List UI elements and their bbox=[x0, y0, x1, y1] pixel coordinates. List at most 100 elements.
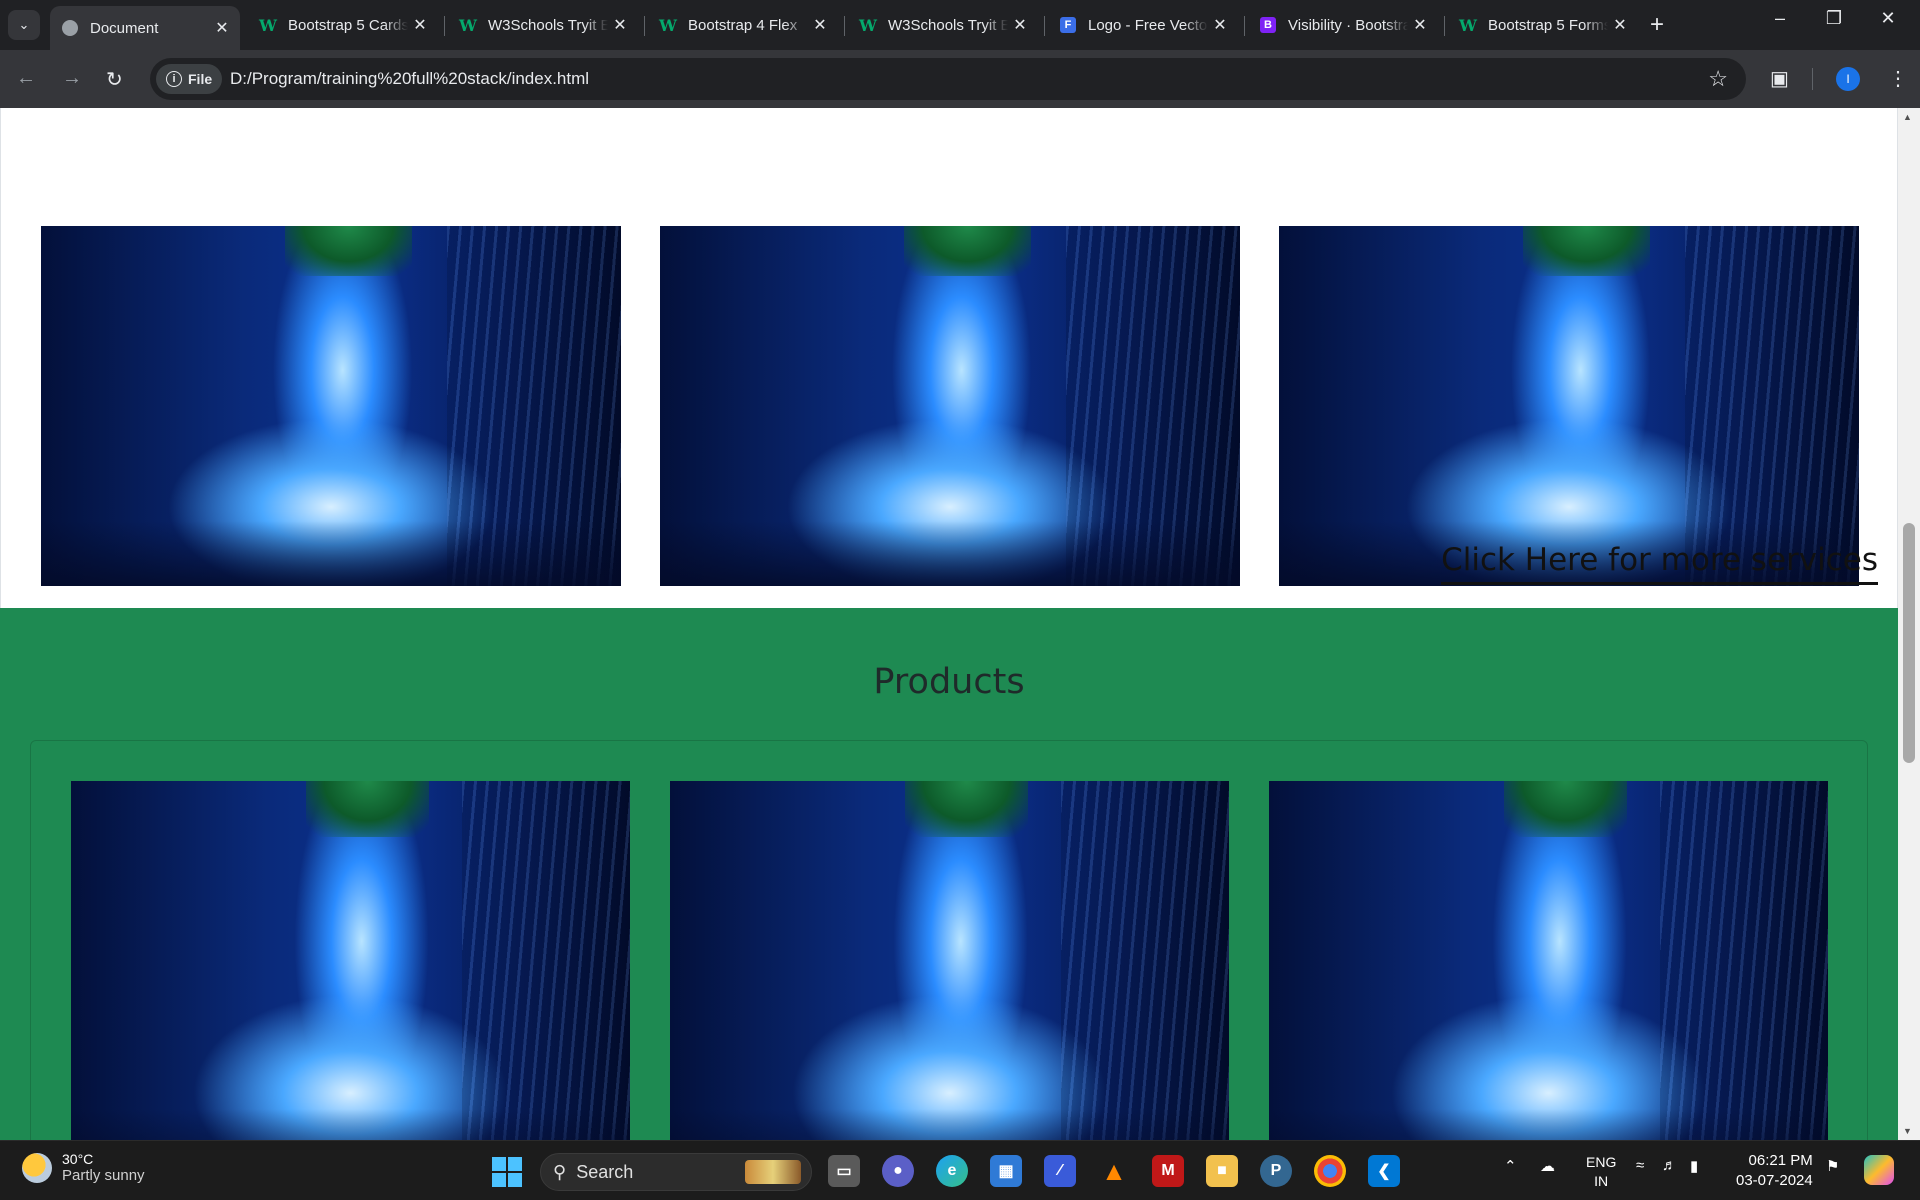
tab-bootstrap4-flex[interactable]: W Bootstrap 4 Flex ✕ bbox=[648, 6, 838, 44]
tab-label: W3Schools Tryit Editor bbox=[488, 16, 608, 34]
page-viewport: Click Here for more services Products bbox=[0, 108, 1920, 1140]
tab-label: W3Schools Tryit Editor bbox=[888, 16, 1008, 34]
edge-icon[interactable]: e bbox=[936, 1155, 968, 1187]
tab-bootstrap5-cards[interactable]: W Bootstrap 5 Cards ✕ bbox=[248, 6, 438, 44]
tab-strip: ⌄ Document ✕ W Bootstrap 5 Cards ✕ W W3S… bbox=[0, 0, 1920, 50]
minimize-button[interactable]: – bbox=[1760, 8, 1800, 29]
waterfall-image bbox=[1279, 226, 1859, 586]
close-window-button[interactable]: ✕ bbox=[1868, 8, 1908, 29]
w3schools-icon: W bbox=[859, 15, 877, 35]
waterfall-image bbox=[71, 781, 630, 1140]
reload-icon: ↻ bbox=[106, 69, 123, 91]
tab-label: Bootstrap 5 Forms bbox=[1488, 16, 1608, 34]
w3schools-icon: W bbox=[1459, 15, 1477, 35]
url-text[interactable]: D:/Program/training%20full%20stack/index… bbox=[230, 69, 589, 89]
close-icon[interactable]: ✕ bbox=[1412, 15, 1428, 35]
restore-button[interactable]: ❐ bbox=[1814, 8, 1854, 29]
globe-icon bbox=[62, 20, 78, 36]
close-icon[interactable]: ✕ bbox=[1212, 15, 1228, 35]
tab-visibility-bootstrap[interactable]: B Visibility · Bootstrap ✕ bbox=[1248, 6, 1438, 44]
close-icon[interactable]: ✕ bbox=[612, 15, 628, 35]
bookmark-star-icon[interactable]: ☆ bbox=[1708, 66, 1728, 92]
menu-kebab-icon[interactable]: ⋮ bbox=[1888, 66, 1908, 91]
close-icon[interactable]: ✕ bbox=[412, 15, 428, 35]
windows-logo-icon bbox=[492, 1157, 506, 1171]
weather-temp: 30°C bbox=[62, 1151, 94, 1167]
language-code: ENG bbox=[1586, 1154, 1617, 1170]
powerautomate-icon[interactable]: ∕ bbox=[1044, 1155, 1076, 1187]
close-icon: ✕ bbox=[1880, 8, 1896, 28]
tray-overflow-icon[interactable]: ⌃ bbox=[1504, 1157, 1517, 1175]
start-button[interactable] bbox=[492, 1157, 522, 1187]
onedrive-icon[interactable]: ☁ bbox=[1540, 1157, 1555, 1175]
chevron-down-icon: ⌄ bbox=[18, 17, 30, 32]
notification-bell-icon[interactable]: ⚑ bbox=[1826, 1157, 1839, 1175]
w3schools-icon: W bbox=[459, 15, 477, 35]
tab-tryit-editor-2[interactable]: W W3Schools Tryit Editor ✕ bbox=[848, 6, 1038, 44]
language-indicator[interactable]: ENG IN bbox=[1586, 1153, 1616, 1191]
battery-icon[interactable]: ▮ bbox=[1690, 1157, 1698, 1175]
chrome-icon[interactable] bbox=[1314, 1155, 1346, 1187]
restore-icon: ❐ bbox=[1825, 8, 1843, 28]
plus-icon: + bbox=[1650, 11, 1665, 38]
taskbar: 30°C Partly sunny ⚲ Search ▭ ● e ▦ ∕ ▲ M… bbox=[0, 1140, 1920, 1200]
file-explorer-icon[interactable]: ■ bbox=[1206, 1155, 1238, 1187]
waterfall-image bbox=[1269, 781, 1828, 1140]
page-scrollbar[interactable]: ▲ ▼ bbox=[1898, 108, 1920, 1140]
clock[interactable]: 06:21 PM 03-07-2024 bbox=[1736, 1151, 1813, 1191]
weather-widget[interactable]: 30°C Partly sunny bbox=[22, 1151, 145, 1184]
forward-button[interactable]: → bbox=[62, 67, 82, 90]
tab-label: Bootstrap 4 Flex bbox=[688, 16, 798, 34]
search-icon: ⚲ bbox=[553, 1161, 567, 1182]
close-icon[interactable]: ✕ bbox=[812, 15, 828, 35]
products-card bbox=[30, 740, 1868, 1140]
close-icon[interactable]: ✕ bbox=[1612, 15, 1628, 35]
tab-search-button[interactable]: ⌄ bbox=[8, 10, 40, 40]
volume-icon[interactable]: ♬ bbox=[1662, 1157, 1677, 1174]
scroll-up-icon[interactable]: ▲ bbox=[1903, 112, 1912, 122]
scrollbar-thumb[interactable] bbox=[1903, 523, 1915, 763]
taskbar-search[interactable]: ⚲ Search bbox=[540, 1153, 812, 1191]
info-icon: i bbox=[166, 71, 182, 87]
wifi-icon[interactable]: ≈ bbox=[1636, 1157, 1644, 1174]
tab-label: Logo - Free Vectors bbox=[1088, 16, 1208, 34]
tab-logo-free-vectors[interactable]: F Logo - Free Vectors ✕ bbox=[1048, 6, 1238, 44]
address-bar[interactable]: i File D:/Program/training%20full%20stac… bbox=[150, 58, 1746, 100]
teams-chat-icon[interactable]: ● bbox=[882, 1155, 914, 1187]
vlc-icon[interactable]: ▲ bbox=[1098, 1155, 1130, 1187]
weather-desc: Partly sunny bbox=[62, 1167, 145, 1184]
site-info-chip[interactable]: i File bbox=[156, 64, 223, 94]
weather-icon bbox=[22, 1152, 52, 1183]
minimize-icon: – bbox=[1774, 8, 1785, 28]
extensions-icon[interactable]: ▣ bbox=[1770, 66, 1789, 91]
store-icon[interactable]: ▦ bbox=[990, 1155, 1022, 1187]
bootstrap-icon: B bbox=[1260, 17, 1276, 33]
vscode-icon[interactable]: ❮ bbox=[1368, 1155, 1400, 1187]
mcafee-icon[interactable]: M bbox=[1152, 1155, 1184, 1187]
products-title: Products bbox=[873, 662, 1025, 702]
reload-button[interactable]: ↻ bbox=[106, 67, 123, 92]
tab-label: Document bbox=[90, 19, 159, 37]
tab-document[interactable]: Document ✕ bbox=[50, 6, 240, 50]
waterfall-image bbox=[670, 781, 1229, 1140]
postgresql-icon[interactable]: P bbox=[1260, 1155, 1292, 1187]
copilot-icon[interactable] bbox=[1864, 1155, 1894, 1185]
tab-bootstrap5-forms[interactable]: W Bootstrap 5 Forms ✕ bbox=[1448, 6, 1638, 44]
tab-tryit-editor[interactable]: W W3Schools Tryit Editor ✕ bbox=[448, 6, 638, 44]
tab-label: Bootstrap 5 Cards bbox=[288, 16, 408, 34]
search-label: Search bbox=[576, 1161, 634, 1182]
browser-toolbar: ← → ↻ i File D:/Program/training%20full%… bbox=[0, 50, 1920, 108]
close-icon[interactable]: ✕ bbox=[214, 18, 230, 38]
back-button[interactable]: ← bbox=[16, 67, 36, 90]
avatar-initial: I bbox=[1846, 72, 1850, 86]
w3schools-icon: W bbox=[659, 15, 677, 35]
scroll-down-icon[interactable]: ▼ bbox=[1903, 1126, 1912, 1136]
more-services-link[interactable]: Click Here for more services bbox=[1441, 542, 1878, 585]
tab-label: Visibility · Bootstrap bbox=[1288, 16, 1408, 34]
w3schools-icon: W bbox=[259, 15, 277, 35]
new-tab-button[interactable]: + bbox=[1650, 11, 1664, 39]
close-icon[interactable]: ✕ bbox=[1012, 15, 1028, 35]
avatar[interactable]: I bbox=[1836, 67, 1860, 91]
clock-time: 06:21 PM bbox=[1748, 1152, 1813, 1169]
task-view-icon[interactable]: ▭ bbox=[828, 1155, 860, 1187]
